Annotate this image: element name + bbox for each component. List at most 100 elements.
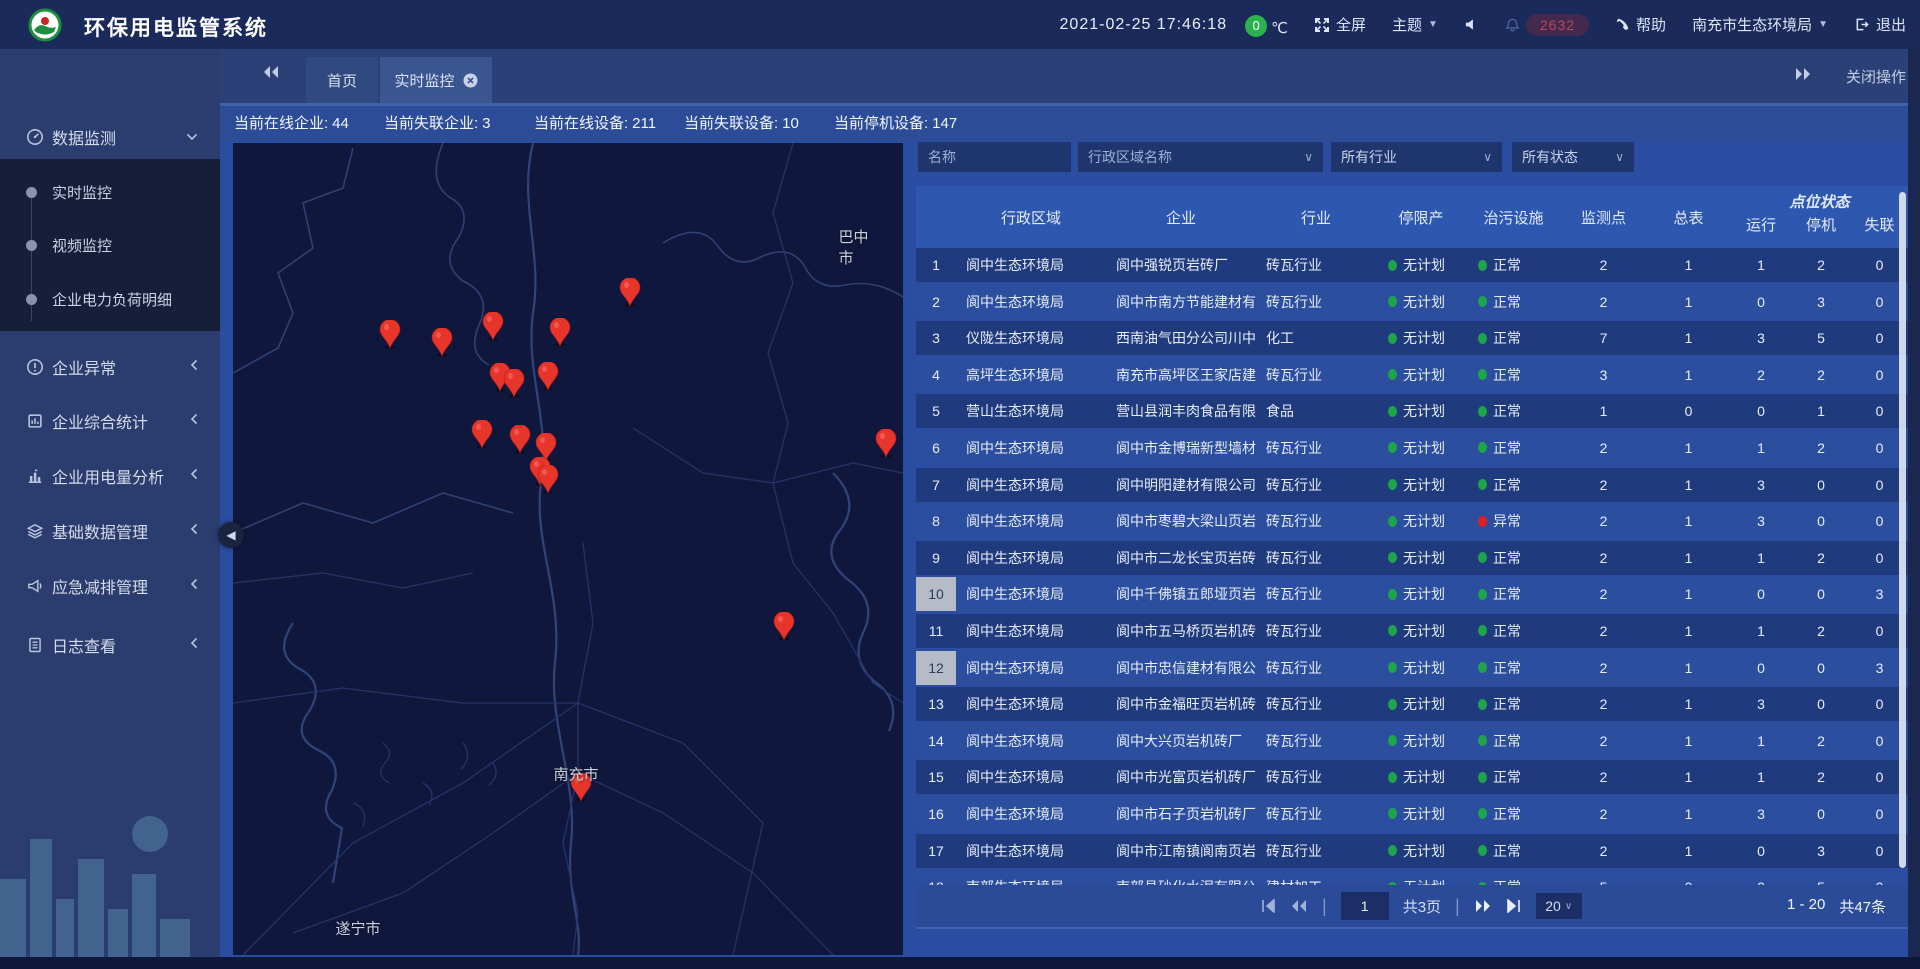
- sidebar-subitem-3[interactable]: 企业电力负荷明细: [0, 281, 220, 317]
- table-row[interactable]: 2阆中生态环境局阆中市南方节能建材有砖瓦行业无计划正常21030: [916, 285, 1908, 319]
- notifications[interactable]: 2632: [1505, 14, 1589, 36]
- tab-realtime-monitor[interactable]: 实时监控: [380, 57, 492, 103]
- table-row[interactable]: 1阆中生态环境局阆中强锐页岩砖厂砖瓦行业无计划正常21120: [916, 248, 1908, 282]
- cell-company: 阆中市金福旺页岩机砖: [1106, 694, 1256, 714]
- sidebar-item-7[interactable]: 日志查看: [0, 618, 220, 672]
- table-row[interactable]: 17阆中生态环境局阆中市江南镇阆南页岩砖瓦行业无计划正常21030: [916, 834, 1908, 868]
- table-row[interactable]: 9阆中生态环境局阆中市二龙长宝页岩砖砖瓦行业无计划正常21120: [916, 541, 1908, 575]
- map-collapse-handle[interactable]: ◀: [218, 522, 244, 548]
- industry-select[interactable]: 所有行业 ∨: [1331, 142, 1502, 172]
- last-page-button[interactable]: [1506, 899, 1522, 913]
- stat-value: 211: [632, 115, 656, 132]
- page-number-input[interactable]: [1341, 892, 1389, 920]
- chevron-down-icon: ▼: [1428, 19, 1438, 30]
- record-range-label: 1 - 20: [1787, 896, 1825, 917]
- table-row[interactable]: 5营山生态环境局营山县润丰肉食品有限食品无计划正常10010: [916, 394, 1908, 428]
- cell-region: 阆中生态环境局: [956, 694, 1106, 714]
- map-panel[interactable]: 巴中市南充市遂宁市: [233, 143, 903, 955]
- status-select[interactable]: 所有状态 ∨: [1512, 142, 1634, 172]
- col-meter: 总表: [1646, 186, 1731, 248]
- green-dot-icon: [1478, 552, 1487, 563]
- green-dot-icon: [1388, 552, 1397, 563]
- name-search-input[interactable]: [918, 142, 1071, 172]
- tabs-scroll-left-button[interactable]: [262, 65, 280, 84]
- table-row[interactable]: 4高坪生态环境局南充市高坪区王家店建砖瓦行业无计划正常31220: [916, 358, 1908, 392]
- tab-home[interactable]: 首页: [306, 57, 378, 103]
- window-scrollbar-track[interactable]: [1908, 49, 1920, 957]
- datetime: 2021-02-25 17:46:18: [1060, 16, 1228, 34]
- table-row[interactable]: 7阆中生态环境局阆中明阳建材有限公司砖瓦行业无计划正常21300: [916, 468, 1908, 502]
- cell-points: 3: [1561, 367, 1646, 383]
- table-row[interactable]: 10阆中生态环境局阆中千佛镇五郎垭页岩砖瓦行业无计划正常21003: [916, 577, 1908, 611]
- table-row[interactable]: 11阆中生态环境局阆中市五马桥页岩机砖砖瓦行业无计划正常21120: [916, 614, 1908, 648]
- sidebar-item-4[interactable]: 企业用电量分析: [0, 449, 220, 503]
- total-pages-label: 共3页: [1403, 896, 1441, 917]
- org-dropdown[interactable]: 南充市生态环境局▼: [1692, 14, 1828, 35]
- sidebar-subitem-2[interactable]: 视频监控: [0, 227, 220, 263]
- map-pin-icon[interactable]: [772, 612, 796, 647]
- green-dot-icon: [1478, 699, 1487, 710]
- cell-meter: 1: [1646, 330, 1731, 346]
- cell-industry: 砖瓦行业: [1256, 365, 1376, 385]
- close-icon[interactable]: [463, 73, 478, 88]
- limit-status-text: 无计划: [1403, 255, 1445, 275]
- cell-points: 2: [1561, 769, 1646, 785]
- sidebar-item-3[interactable]: 企业综合统计: [0, 394, 220, 448]
- limit-status-text: 无计划: [1403, 877, 1445, 885]
- table-row[interactable]: 16阆中生态环境局阆中市石子页岩机砖厂砖瓦行业无计划正常21300: [916, 797, 1908, 831]
- sidebar-subitem-1[interactable]: 实时监控: [0, 174, 220, 210]
- table-row[interactable]: 15阆中生态环境局阆中市光富页岩机砖厂砖瓦行业无计划正常21120: [916, 760, 1908, 794]
- map-pin-icon[interactable]: [378, 320, 402, 355]
- cell-company: 阆中市江南镇阆南页岩: [1106, 841, 1256, 861]
- map-pin-icon[interactable]: [481, 312, 505, 347]
- cell-limit-status: 无计划: [1376, 548, 1466, 568]
- cell-stop: 2: [1791, 623, 1851, 639]
- cell-company: 阆中千佛镇五郎垭页岩: [1106, 584, 1256, 604]
- green-dot-icon: [1388, 479, 1397, 490]
- map-pin-icon[interactable]: [536, 465, 560, 500]
- map-pin-icon[interactable]: [508, 425, 532, 460]
- theme-dropdown[interactable]: 主题▼: [1392, 14, 1438, 35]
- next-page-button[interactable]: [1474, 899, 1492, 913]
- limit-status-text: 无计划: [1403, 328, 1445, 348]
- cell-facility-status: 正常: [1466, 877, 1561, 885]
- map-pin-icon[interactable]: [470, 420, 494, 455]
- speaker-icon: [1464, 17, 1479, 32]
- region-select[interactable]: 行政区域名称 ∨: [1078, 142, 1323, 172]
- map-pin-icon[interactable]: [874, 429, 898, 464]
- prev-page-button[interactable]: [1290, 899, 1308, 913]
- map-pin-icon[interactable]: [502, 369, 526, 404]
- sidebar-item-6[interactable]: 应急减排管理: [0, 559, 220, 613]
- map-pin-icon[interactable]: [618, 278, 642, 313]
- cell-meter: 1: [1646, 586, 1731, 602]
- sidebar-item-5[interactable]: 基础数据管理: [0, 504, 220, 558]
- mute-button[interactable]: [1464, 17, 1479, 32]
- table-row[interactable]: 6阆中生态环境局阆中市金博瑞新型墙材砖瓦行业无计划正常21120: [916, 431, 1908, 465]
- cell-limit-status: 无计划: [1376, 841, 1466, 861]
- help-button[interactable]: 帮助: [1615, 14, 1666, 35]
- first-page-button[interactable]: [1260, 899, 1276, 913]
- table-row[interactable]: 14阆中生态环境局阆中大兴页岩机砖厂砖瓦行业无计划正常21120: [916, 724, 1908, 758]
- col-run: 运行: [1731, 214, 1791, 248]
- city-label: 南充市: [553, 764, 598, 785]
- page-size-select[interactable]: 20 ∨: [1536, 893, 1582, 919]
- row-index: 12: [916, 651, 956, 685]
- map-pin-icon[interactable]: [548, 318, 572, 353]
- map-pin-icon[interactable]: [536, 362, 560, 397]
- table-scrollbar[interactable]: [1899, 192, 1906, 868]
- map-pin-icon[interactable]: [430, 328, 454, 363]
- sidebar-item-1[interactable]: 数据监测: [0, 110, 220, 164]
- logout-button[interactable]: 退出: [1854, 14, 1906, 35]
- table-row[interactable]: 8阆中生态环境局阆中市枣碧大梁山页岩砖瓦行业无计划异常21300: [916, 504, 1908, 538]
- stat-item: 当前在线设备:211: [534, 112, 670, 133]
- close-operations-button[interactable]: 关闭操作: [1846, 66, 1906, 87]
- table-row[interactable]: 3仪陇生态环境局西南油气田分公司川中化工无计划正常71350: [916, 321, 1908, 355]
- cell-stop: 0: [1791, 806, 1851, 822]
- table-row[interactable]: 13阆中生态环境局阆中市金福旺页岩机砖砖瓦行业无计划正常21300: [916, 687, 1908, 721]
- tabs-scroll-right-button[interactable]: [1794, 67, 1812, 85]
- table-row[interactable]: 18南部生态环境局南部县砂化水泥有限公建材加工无计划正常50050: [916, 870, 1908, 885]
- sidebar-item-2[interactable]: 企业异常: [0, 340, 220, 394]
- fullscreen-button[interactable]: 全屏: [1314, 14, 1366, 35]
- green-dot-icon: [1388, 735, 1397, 746]
- table-row[interactable]: 12阆中生态环境局阆中市忠信建材有限公砖瓦行业无计划正常21003: [916, 651, 1908, 685]
